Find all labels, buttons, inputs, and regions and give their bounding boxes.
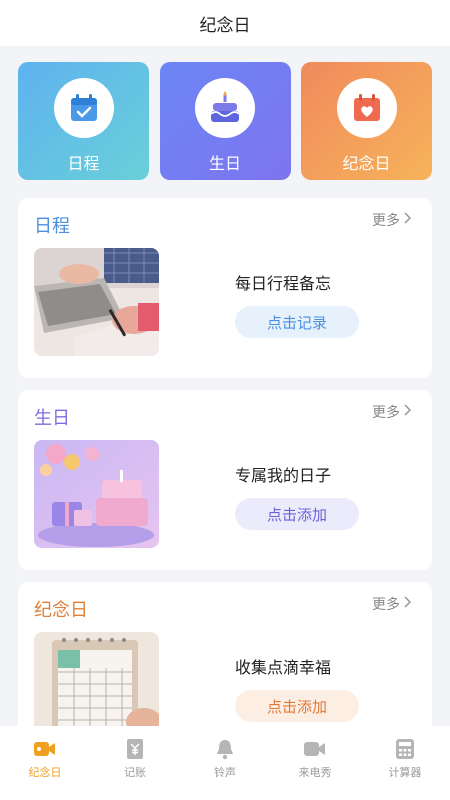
schedule-more-link[interactable]: 更多 xyxy=(372,210,412,230)
birthday-more-label: 更多 xyxy=(372,405,400,421)
quick-schedule-button[interactable]: 日程 xyxy=(18,62,149,180)
chevron-right-icon xyxy=(404,404,412,420)
bottom-tab-bar: 纪念日 记账 铃声 来电秀 计算器 xyxy=(0,726,450,800)
quick-actions: 日程 生日 纪念日 xyxy=(18,62,432,182)
quick-schedule-label: 日程 xyxy=(67,154,100,173)
quick-birthday-label: 生日 xyxy=(208,154,241,173)
calendar-heart-icon xyxy=(336,78,397,138)
schedule-card: 日程 更多 每日行程备忘 点击记录 xyxy=(18,198,432,378)
anniversary-card-desc: 收集点滴幸福 xyxy=(235,658,332,677)
quick-anniversary-button[interactable]: 纪念日 xyxy=(301,62,432,180)
bell-icon xyxy=(213,738,237,760)
chevron-right-icon xyxy=(404,596,412,612)
quick-anniversary-label: 纪念日 xyxy=(342,154,391,173)
birthday-card-desc: 专属我的日子 xyxy=(235,466,332,485)
tab-ringtone-label: 铃声 xyxy=(214,766,236,779)
header: 纪念日 xyxy=(0,0,450,46)
tab-anniversary[interactable]: 纪念日 xyxy=(0,726,90,800)
birthday-photo xyxy=(34,440,159,548)
page-title: 纪念日 xyxy=(199,15,251,36)
calculator-icon xyxy=(393,738,417,760)
schedule-card-desc: 每日行程备忘 xyxy=(235,274,332,293)
tab-ringtone[interactable]: 铃声 xyxy=(180,726,270,800)
video-camera-icon xyxy=(33,738,57,760)
birthday-more-link[interactable]: 更多 xyxy=(372,402,412,422)
tab-anniversary-label: 纪念日 xyxy=(28,766,62,779)
birthday-cake-icon xyxy=(195,78,255,138)
birthday-card: 生日 更多 专属我的日子 点击添加 xyxy=(18,390,432,570)
quick-birthday-button[interactable]: 生日 xyxy=(159,62,291,180)
schedule-more-label: 更多 xyxy=(372,213,400,229)
video-call-icon xyxy=(303,738,327,760)
birthday-card-title: 生日 xyxy=(34,408,70,429)
chevron-right-icon xyxy=(404,212,412,228)
tab-caller-show-label: 来电秀 xyxy=(298,766,332,779)
schedule-card-title: 日程 xyxy=(34,216,70,237)
tab-bookkeeping-label: 记账 xyxy=(124,766,146,779)
schedule-photo xyxy=(34,248,159,356)
yen-note-icon xyxy=(123,738,147,760)
birthday-add-button[interactable]: 点击添加 xyxy=(235,498,359,530)
anniversary-more-link[interactable]: 更多 xyxy=(372,594,412,614)
tab-bookkeeping[interactable]: 记账 xyxy=(90,726,180,800)
anniversary-more-label: 更多 xyxy=(372,597,400,613)
tab-calculator-label: 计算器 xyxy=(388,766,422,779)
calendar-check-icon xyxy=(53,78,114,138)
tab-caller-show[interactable]: 来电秀 xyxy=(270,726,360,800)
schedule-record-button[interactable]: 点击记录 xyxy=(235,306,359,338)
anniversary-card-title: 纪念日 xyxy=(34,600,88,621)
anniversary-photo xyxy=(34,632,159,740)
anniversary-add-button[interactable]: 点击添加 xyxy=(235,690,359,722)
tab-calculator[interactable]: 计算器 xyxy=(360,726,450,800)
